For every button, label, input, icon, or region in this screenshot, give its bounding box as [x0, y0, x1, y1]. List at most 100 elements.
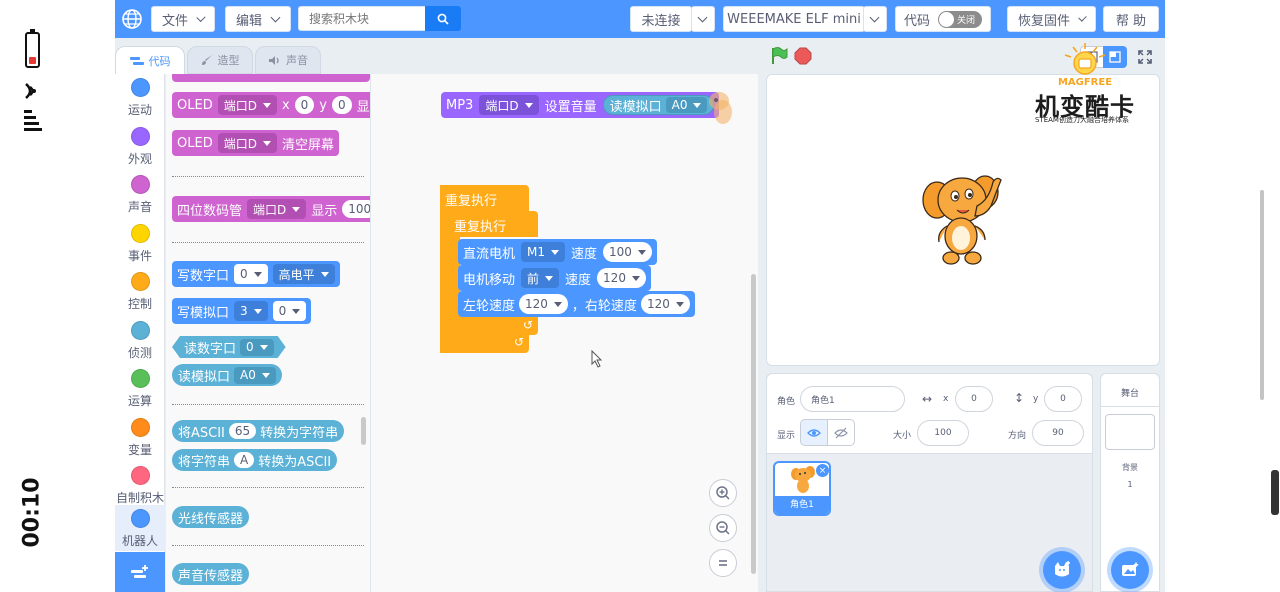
file-menu[interactable]: 文件	[151, 6, 215, 32]
edit-menu[interactable]: 编辑	[225, 6, 291, 32]
device-dropdown[interactable]	[863, 6, 887, 32]
value-input[interactable]: 100	[342, 200, 370, 218]
port-dropdown[interactable]: A0	[234, 366, 276, 384]
oled-show-block[interactable]: OLED 端口D x 0 y 0 显示	[172, 92, 370, 118]
device-select[interactable]: WEEEMAKE ELF mini	[723, 6, 865, 32]
port-dropdown[interactable]: A0	[665, 97, 708, 113]
add-extension-button[interactable]	[115, 552, 165, 592]
sprite-size-field[interactable]: 100	[917, 420, 969, 446]
loop-arrow-icon: ↺	[514, 335, 525, 349]
ascii-input[interactable]: 65	[228, 423, 257, 439]
show-hidden-button[interactable]	[827, 419, 855, 446]
category-item[interactable]: 侦测	[115, 320, 165, 361]
code-toggle-switch[interactable]: 关闭	[938, 10, 982, 28]
seg-display-block[interactable]: 四位数码管 端口D 显示 100	[172, 196, 370, 222]
delete-sprite-button[interactable]: ×	[816, 464, 829, 477]
category-item[interactable]: 外观	[115, 126, 165, 167]
read-analog-reporter[interactable]: 读模拟口 A0	[172, 364, 282, 386]
help-button[interactable]: 帮 助	[1103, 6, 1159, 32]
string-to-ascii-reporter[interactable]: 将字符串 A 转换为ASCII	[172, 449, 338, 471]
left-speed-dropdown[interactable]: 120	[519, 294, 568, 314]
search-button[interactable]	[425, 6, 461, 31]
sound-sensor-reporter[interactable]: 声音传感器	[172, 563, 250, 585]
motor-dropdown[interactable]: M1	[521, 242, 566, 262]
add-backdrop-button[interactable]	[1111, 551, 1149, 589]
port-dropdown[interactable]: 端口D	[479, 95, 539, 115]
mp3-volume-block[interactable]: MP3 端口D 设置音量 读模拟口 A0	[441, 92, 720, 118]
connection-dropdown[interactable]	[691, 6, 715, 32]
green-flag-icon[interactable]	[769, 46, 789, 66]
category-item[interactable]: 运算	[115, 369, 165, 409]
tab-code[interactable]: 代码	[115, 46, 185, 74]
sprite-direction-field[interactable]: 90	[1032, 420, 1084, 446]
port-dropdown[interactable]: 0	[240, 339, 274, 356]
elephant-sprite[interactable]	[917, 170, 1007, 270]
speed-dropdown[interactable]: 100	[603, 242, 652, 262]
category-item[interactable]: 变量	[115, 417, 165, 458]
light-sensor-reporter[interactable]: 光线传感器	[172, 506, 250, 528]
stage-canvas[interactable]: MAGFREE 机变酷卡 STEAM创造力大融合培养体系	[766, 43, 1160, 366]
dropdown-value: 0	[278, 304, 287, 318]
port-dropdown[interactable]: 0	[234, 264, 268, 284]
fullscreen-button[interactable]	[1133, 46, 1157, 68]
x-input[interactable]: 0	[294, 96, 315, 114]
category-item[interactable]: 控制	[115, 272, 165, 312]
sprite-y-field[interactable]: 0	[1044, 386, 1082, 412]
ascii-to-string-reporter[interactable]: 将ASCII 65 转换为字符串	[172, 420, 345, 442]
dropdown-value: 0	[240, 267, 248, 281]
sprite-x-field[interactable]: 0	[955, 386, 993, 412]
add-sprite-button[interactable]	[1043, 551, 1081, 589]
zoom-out-button[interactable]	[709, 514, 737, 542]
show-visible-button[interactable]	[800, 419, 828, 446]
string-input[interactable]: A	[234, 452, 255, 468]
motor-move-block[interactable]: 电机移动 前 速度 120	[458, 265, 651, 291]
connection-status-button[interactable]: 未连接	[630, 6, 692, 32]
script-workspace[interactable]: MP3 端口D 设置音量 读模拟口 A0 重复执行 ↺ 重复执行 ↺ 直流电机 …	[371, 74, 758, 592]
restore-firmware-menu[interactable]: 恢复固件	[1007, 6, 1096, 32]
dropdown-value: 前	[527, 271, 540, 286]
sprite-name-field[interactable]: 角色1	[800, 386, 905, 412]
read-analog-reporter[interactable]: 读模拟口 A0	[602, 95, 715, 115]
palette-scrollbar[interactable]	[361, 417, 366, 445]
code-toggle-button[interactable]: 代码 关闭	[895, 6, 991, 32]
dropdown-value: 3	[240, 304, 248, 318]
port-dropdown[interactable]: 3	[234, 301, 268, 321]
workspace-scrollbar[interactable]	[751, 274, 756, 574]
category-item[interactable]: 声音	[115, 175, 165, 215]
category-item[interactable]: 机器人	[115, 505, 165, 551]
right-speed-dropdown[interactable]: 120	[640, 294, 690, 314]
tab-costumes[interactable]: 造型	[187, 46, 253, 74]
direction-dropdown[interactable]: 前	[521, 268, 560, 288]
wheel-speed-block[interactable]: 左轮速度 120 ，右轮速度 120	[458, 291, 695, 317]
zoom-in-button[interactable]	[709, 479, 737, 507]
read-digital-reporter[interactable]: 读数字口 0	[172, 336, 286, 358]
category-item[interactable]: 事件	[115, 223, 165, 264]
speed-dropdown[interactable]: 120	[597, 268, 646, 288]
side-handle[interactable]	[1271, 470, 1279, 515]
port-dropdown[interactable]: 端口D	[217, 95, 277, 115]
zoom-reset-button[interactable]	[709, 549, 737, 577]
port-dropdown[interactable]: 端口D	[247, 199, 307, 219]
level-dropdown[interactable]: 高电平	[272, 264, 335, 284]
value-dropdown[interactable]: 0	[272, 301, 307, 321]
block-search-input[interactable]	[298, 6, 426, 31]
dc-motor-block[interactable]: 直流电机 M1 速度 100	[458, 239, 657, 265]
category-menu: 运动外观声音事件控制侦测运算变量自制积木 机器人	[115, 74, 165, 592]
y-input[interactable]: 0	[332, 96, 352, 114]
stop-icon[interactable]	[794, 47, 812, 65]
port-dropdown[interactable]: 端口D	[217, 133, 277, 153]
stage-thumbnail[interactable]	[1105, 414, 1155, 450]
write-analog-block[interactable]: 写模拟口 3 0	[172, 298, 312, 324]
dropdown-arrow-icon	[545, 275, 554, 281]
category-color-icon	[130, 175, 150, 194]
write-digital-block[interactable]: 写数字口 0 高电平	[172, 261, 340, 287]
chevron-down-icon	[270, 12, 281, 22]
oled-clear-block[interactable]: OLED 端口D 清空屏幕	[172, 130, 339, 156]
dropdown-arrow-icon	[292, 206, 301, 212]
category-item[interactable]: 自制积木	[115, 466, 165, 506]
globe-icon[interactable]	[121, 8, 143, 30]
divider	[172, 176, 364, 177]
tab-sounds[interactable]: 声音	[255, 46, 321, 74]
block-text: 读模拟口	[609, 99, 662, 115]
category-item[interactable]: 运动	[115, 78, 165, 118]
